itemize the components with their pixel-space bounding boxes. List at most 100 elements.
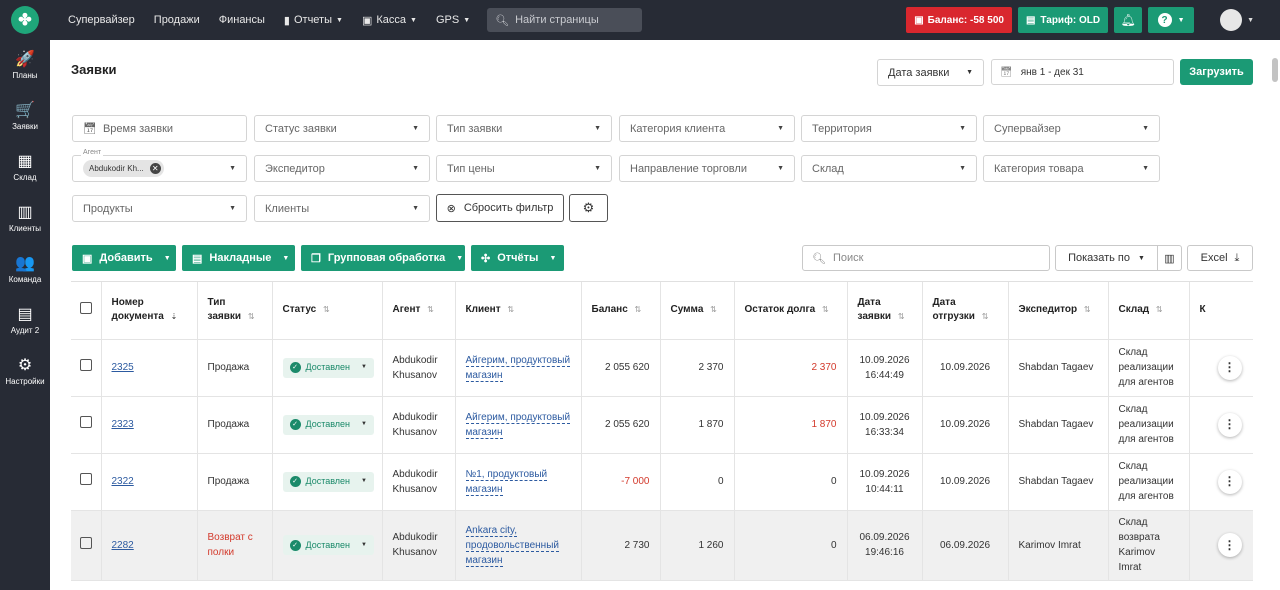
more-vertical-icon[interactable]: ⋮ <box>1217 533 1242 557</box>
client-link[interactable]: Айгерим, продуктовый магазин <box>465 411 571 439</box>
columns-button[interactable]: ▥ <box>1157 245 1182 271</box>
warehouse-filter[interactable]: Склад ▼ <box>801 155 977 182</box>
app-logo[interactable]: ✤ <box>0 0 50 40</box>
trade-direction-filter[interactable]: Направление торговли ▼ <box>619 155 795 182</box>
load-button[interactable]: Загрузить <box>1180 59 1253 85</box>
sort-icon[interactable]: ⇅ <box>710 305 717 314</box>
close-icon[interactable]: ✕ <box>149 163 161 174</box>
header-sum[interactable]: Сумма ⇅ <box>660 282 735 340</box>
order-status-filter[interactable]: Статус заявки ▼ <box>254 115 430 142</box>
table-row[interactable]: 2322 Продажа ✓ Доставлен ▼ Abdukodir Khusa… <box>71 453 1253 511</box>
clients-filter[interactable]: Клиенты ▼ <box>254 195 430 222</box>
document-number-link[interactable]: 2322 <box>112 476 134 487</box>
more-vertical-icon[interactable]: ⋮ <box>1217 412 1242 437</box>
header-expeditor[interactable]: Экспедитор ⇅ <box>1008 282 1109 340</box>
more-vertical-icon[interactable]: ⋮ <box>1217 469 1242 494</box>
reset-filter-button[interactable]: ⊗ Сбросить фильтр <box>436 194 564 222</box>
products-filter[interactable]: Продукты ▼ <box>72 195 247 222</box>
document-number-link[interactable]: 2325 <box>112 362 134 373</box>
sort-icon[interactable]: ⇅ <box>822 305 829 314</box>
sort-desc-icon[interactable]: ⇣ <box>171 312 178 321</box>
client-category-filter[interactable]: Категория клиента ▼ <box>619 115 795 142</box>
nav-item-3[interactable]: ▮ Отчеты ▼ <box>284 14 343 27</box>
client-link[interactable]: Айгерим, продуктовый магазин <box>465 354 571 382</box>
status-badge[interactable]: ✓ Доставлен ▼ <box>282 471 374 492</box>
supervisor-filter[interactable]: Супервайзер ▼ <box>983 115 1160 142</box>
territory-filter[interactable]: Территория ▼ <box>801 115 977 142</box>
sidebar-item-1[interactable]: 🛒 Заявки <box>0 91 50 142</box>
sidebar-item-3[interactable]: ▥ Клиенты <box>0 193 50 244</box>
page-scrollbar[interactable] <box>1270 40 1280 590</box>
expeditor-filter[interactable]: Экспедитор ▼ <box>254 155 430 182</box>
tariff-button[interactable]: ▤ Тариф: OLD <box>1017 7 1109 33</box>
order-type-filter[interactable]: Тип заявки ▼ <box>436 115 612 142</box>
scrollbar-thumb[interactable] <box>1272 58 1278 82</box>
client-link[interactable]: Ankara city, продовольственный магазин <box>465 524 559 567</box>
header-status[interactable]: Статус ⇅ <box>272 282 383 340</box>
row-checkbox[interactable] <box>80 536 92 549</box>
sidebar-item-2[interactable]: ▦ Склад <box>0 142 50 193</box>
header-type[interactable]: Тип заявки ⇅ <box>197 282 273 340</box>
price-type-filter[interactable]: Тип цены ▼ <box>436 155 612 182</box>
nav-item-5[interactable]: GPS ▼ <box>436 14 470 26</box>
header-balance[interactable]: Баланс ⇅ <box>581 282 661 340</box>
table-row[interactable]: 2282 Возврат с полки ✓ Доставлен ▼ Abdukod… <box>71 510 1253 581</box>
chevron-down-icon[interactable]: ▼ <box>1247 17 1254 24</box>
product-category-filter[interactable]: Категория товара ▼ <box>983 155 1160 182</box>
add-button[interactable]: ▣ Добавить ▼ <box>72 245 176 271</box>
header-extra[interactable]: К <box>1189 282 1253 340</box>
more-vertical-icon[interactable]: ⋮ <box>1217 355 1242 380</box>
header-warehouse[interactable]: Склад ⇅ <box>1108 282 1190 340</box>
help-button[interactable]: ? ▼ <box>1148 7 1195 33</box>
notifications-button[interactable]: 🔔︎ <box>1114 7 1143 33</box>
header-debt[interactable]: Остаток долга ⇅ <box>734 282 848 340</box>
document-number-link[interactable]: 2282 <box>112 540 134 551</box>
avatar[interactable] <box>1220 9 1243 31</box>
status-badge[interactable]: ✓ Доставлен ▼ <box>282 414 374 435</box>
row-checkbox[interactable] <box>80 416 92 428</box>
sidebar-item-6[interactable]: ⚙ Настройки <box>0 346 50 397</box>
nav-item-4[interactable]: ▣ Касса ▼ <box>362 14 417 27</box>
reports-button[interactable]: ✣ Отчёты ▼ <box>471 245 564 271</box>
table-row[interactable]: 2323 Продажа ✓ Доставлен ▼ Abdukodir Khusa… <box>71 396 1253 454</box>
table-search-input[interactable]: 🔍︎ Поиск <box>802 245 1050 271</box>
page-search-input[interactable]: 🔍︎ Найти страницы <box>487 8 643 32</box>
sort-icon[interactable]: ⇅ <box>323 305 330 314</box>
agent-filter[interactable]: Abdukodir Kh... ✕ ▼ <box>72 155 247 182</box>
filter-settings-button[interactable]: ⚙ <box>569 194 608 222</box>
sidebar-item-4[interactable]: 👥 Команда <box>0 244 50 295</box>
client-link[interactable]: №1, продуктовый магазин <box>465 468 548 496</box>
row-checkbox[interactable] <box>80 359 92 371</box>
invoices-button[interactable]: ▤ Накладные ▼ <box>182 245 295 271</box>
order-time-filter[interactable]: 📅︎ Время заявки <box>72 115 247 142</box>
excel-export-button[interactable]: Excel ⤓ <box>1187 245 1253 271</box>
sort-icon[interactable]: ⇅ <box>898 312 905 321</box>
group-processing-button[interactable]: ❐ Групповая обработка ▼ <box>301 245 465 271</box>
sort-icon[interactable]: ⇅ <box>427 305 434 314</box>
show-by-select[interactable]: Показать по ▼ <box>1055 245 1158 271</box>
date-type-select[interactable]: Дата заявки ▼ <box>877 59 984 86</box>
sidebar-item-5[interactable]: ▤ Аудит 2 <box>0 295 50 346</box>
header-order-date[interactable]: Дата заявки ⇅ <box>847 282 923 340</box>
nav-item-1[interactable]: Продажи <box>154 14 200 26</box>
table-row[interactable]: 2325 Продажа ✓ Доставлен ▼ Abdukodir Khusa… <box>71 339 1253 397</box>
sort-icon[interactable]: ⇅ <box>635 305 642 314</box>
select-all-checkbox[interactable] <box>80 301 92 314</box>
nav-item-2[interactable]: Финансы <box>219 14 265 26</box>
header-client[interactable]: Клиент ⇅ <box>455 282 582 340</box>
status-badge[interactable]: ✓ Доставлен ▼ <box>282 357 374 378</box>
row-checkbox[interactable] <box>80 473 92 485</box>
sort-icon[interactable]: ⇅ <box>1084 305 1091 314</box>
sort-icon[interactable]: ⇅ <box>982 312 989 321</box>
balance-button[interactable]: ▣ Баланс: -58 500 <box>906 7 1012 33</box>
sort-icon[interactable]: ⇅ <box>507 305 514 314</box>
sort-icon[interactable]: ⇅ <box>1156 305 1163 314</box>
nav-item-0[interactable]: Супервайзер <box>68 14 135 26</box>
document-number-link[interactable]: 2323 <box>112 419 134 430</box>
header-ship-date[interactable]: Дата отгрузки ⇅ <box>922 282 1009 340</box>
header-number[interactable]: Номер документа ⇣ <box>101 282 198 340</box>
agent-chip[interactable]: Abdukodir Kh... ✕ <box>83 160 164 177</box>
status-badge[interactable]: ✓ Доставлен ▼ <box>282 535 374 555</box>
header-agent[interactable]: Агент ⇅ <box>382 282 456 340</box>
sidebar-item-0[interactable]: 🚀 Планы <box>0 40 50 91</box>
